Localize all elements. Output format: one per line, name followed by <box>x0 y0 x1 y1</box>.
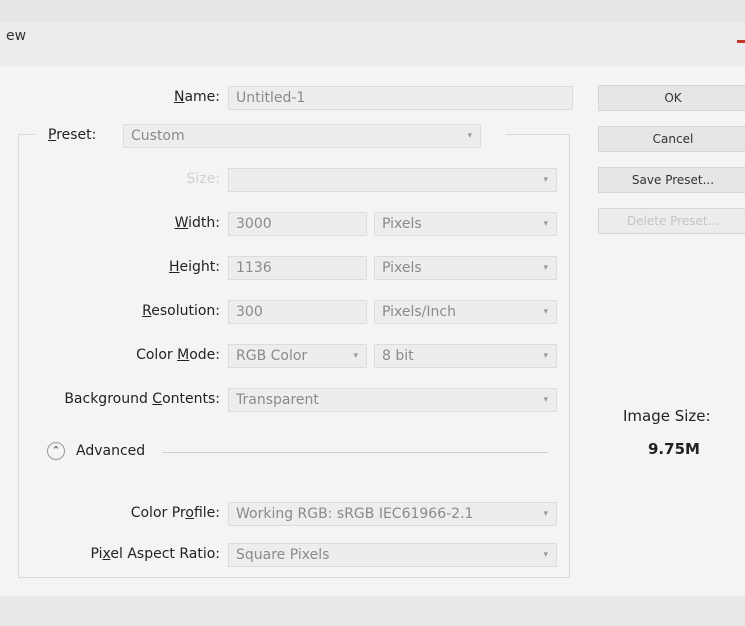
size-select[interactable]: ▾ <box>228 168 557 192</box>
background-contents-label: Background Contents: <box>64 391 220 407</box>
window-title: ew <box>6 28 27 44</box>
pixel-aspect-ratio-label: Pixel Aspect Ratio: <box>90 546 220 562</box>
chevron-down-icon: ▾ <box>543 219 548 229</box>
image-size-value: 9.75M <box>648 440 700 458</box>
chevron-down-icon: ▾ <box>543 351 548 361</box>
resolution-unit-select[interactable]: Pixels/Inch ▾ <box>374 300 557 324</box>
width-unit-select[interactable]: Pixels ▾ <box>374 212 557 236</box>
resolution-unit-value: Pixels/Inch <box>382 304 456 320</box>
chevron-down-icon: ▾ <box>467 131 472 141</box>
chevron-down-icon: ▾ <box>543 263 548 273</box>
image-size-label: Image Size: <box>623 407 711 425</box>
top-band <box>0 0 745 22</box>
collapse-chevrons-icon[interactable]: ⌃ <box>47 442 65 460</box>
height-input[interactable]: 1136 <box>228 256 367 280</box>
preset-select[interactable]: Custom ▾ <box>123 124 481 148</box>
close-icon[interactable] <box>737 40 745 43</box>
height-label: Height: <box>169 259 220 275</box>
ok-button[interactable]: OK <box>598 85 745 111</box>
color-mode-label: Color Mode: <box>136 347 220 363</box>
preset-label: Preset: <box>48 127 97 143</box>
chevron-down-icon: ▾ <box>353 351 358 361</box>
chevron-down-icon: ▾ <box>543 509 548 519</box>
color-mode-select[interactable]: RGB Color ▾ <box>228 344 367 368</box>
name-input[interactable]: Untitled-1 <box>228 86 573 110</box>
advanced-label[interactable]: Advanced <box>76 443 145 459</box>
chevron-down-icon: ▾ <box>543 307 548 317</box>
color-profile-label: Color Profile: <box>130 505 220 521</box>
background-contents-value: Transparent <box>236 392 319 408</box>
color-profile-value: Working RGB: sRGB IEC61966-2.1 <box>236 506 474 522</box>
advanced-divider <box>162 452 548 453</box>
preset-value: Custom <box>131 128 185 144</box>
width-label: Width: <box>174 215 220 231</box>
color-mode-value: RGB Color <box>236 348 308 364</box>
chevron-down-icon: ▾ <box>543 550 548 560</box>
resolution-label: Resolution: <box>142 303 220 319</box>
chevron-down-icon: ▾ <box>543 395 548 405</box>
chevron-down-icon: ▾ <box>543 175 548 185</box>
cancel-button[interactable]: Cancel <box>598 126 745 152</box>
delete-preset-button: Delete Preset... <box>598 208 745 234</box>
height-unit-value: Pixels <box>382 260 422 276</box>
save-preset-button[interactable]: Save Preset... <box>598 167 745 193</box>
pixel-aspect-ratio-select[interactable]: Square Pixels ▾ <box>228 543 557 567</box>
background-contents-select[interactable]: Transparent ▾ <box>228 388 557 412</box>
pixel-aspect-ratio-value: Square Pixels <box>236 547 330 563</box>
width-unit-value: Pixels <box>382 216 422 232</box>
width-input[interactable]: 3000 <box>228 212 367 236</box>
color-profile-select[interactable]: Working RGB: sRGB IEC61966-2.1 ▾ <box>228 502 557 526</box>
bit-depth-select[interactable]: 8 bit ▾ <box>374 344 557 368</box>
size-label: Size: <box>186 171 220 187</box>
height-unit-select[interactable]: Pixels ▾ <box>374 256 557 280</box>
resolution-input[interactable]: 300 <box>228 300 367 324</box>
bit-depth-value: 8 bit <box>382 348 414 364</box>
bottom-band <box>0 596 745 626</box>
title-bar <box>0 22 745 66</box>
name-label: Name: <box>173 89 220 105</box>
